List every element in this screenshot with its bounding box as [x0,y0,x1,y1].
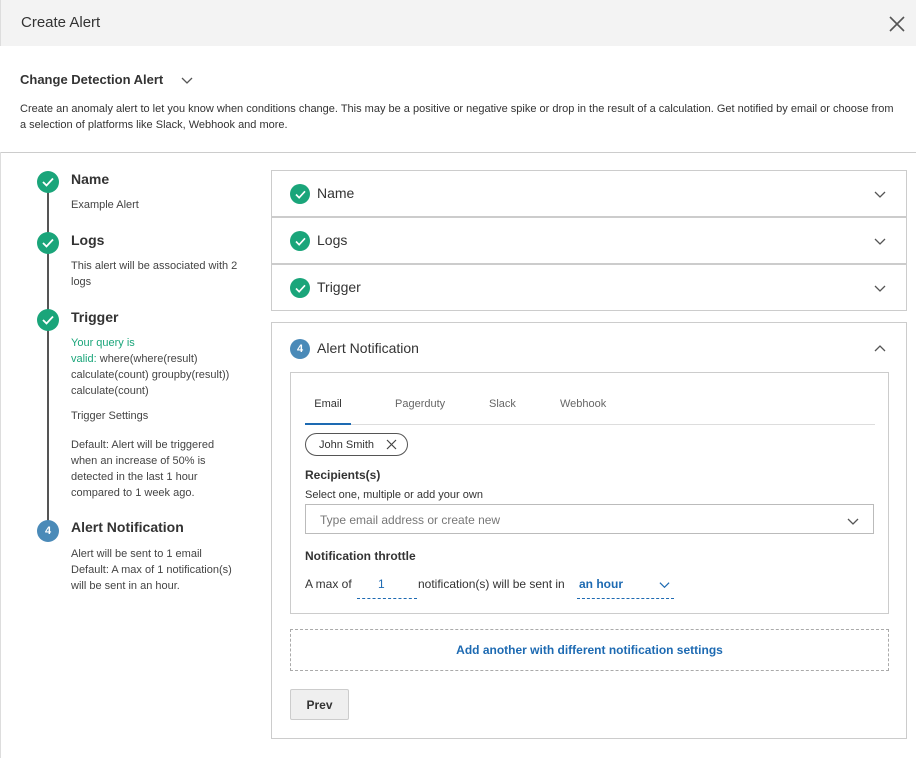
tab-slack[interactable]: Slack [489,398,516,425]
query-valid-prefix: Your query is [71,337,135,349]
accordion-label: Name [317,185,355,201]
accordion-logs[interactable]: Logs [271,217,907,264]
add-another-button[interactable]: Add another with different notification … [290,629,889,671]
step-notification-default: Default: A max of 1 notification(s) will… [71,564,232,592]
close-icon[interactable] [888,15,906,33]
close-icon[interactable] [386,439,397,450]
recipients-hint: Select one, multiple or add your own [305,489,483,501]
chevron-down-icon [874,238,886,245]
step-name-title: Name [71,171,110,187]
chevron-down-icon [659,582,670,589]
step-complete-icon [37,309,59,331]
alert-type-label: Change Detection Alert [20,72,164,87]
alert-notification-panel: 4 Alert Notification Email Pagerduty Sla… [271,322,907,739]
recipient-chip-label: John Smith [319,438,375,451]
alert-type-description: Create an anomaly alert to let you know … [20,103,894,131]
accordion-label: Logs [317,232,348,248]
notification-settings-box: Email Pagerduty Slack Webhook John Smith… [290,372,889,614]
email-input[interactable]: Type email address or create new [305,504,874,534]
dialog-header: Create Alert [0,0,916,46]
prev-button[interactable]: Prev [290,689,349,720]
panel-title: Alert Notification [317,340,419,356]
channel-tabs: Email Pagerduty Slack Webhook [305,395,875,425]
accordion-label: Trigger [317,279,361,295]
chevron-down-icon [181,77,193,84]
throttle-period-select[interactable]: an hour [577,571,674,599]
tab-pagerduty[interactable]: Pagerduty [395,398,445,425]
check-icon [290,278,310,298]
chevron-down-icon [874,285,886,292]
step-complete-icon [37,171,59,193]
recipient-chip: John Smith [305,433,409,456]
accordion-name[interactable]: Name [271,170,907,217]
recipients-label: Recipients(s) [305,468,381,482]
check-icon [290,231,310,251]
divider [0,152,916,153]
step-trigger-query: Your query is valid: where(where(result)… [71,335,241,399]
left-border [0,152,1,758]
query-valid-label: valid: [71,353,97,365]
step-complete-icon [37,232,59,254]
step-notification-summary: Alert will be sent to 1 email [71,548,202,560]
step-trigger-title: Trigger [71,309,119,325]
chevron-down-icon[interactable] [847,515,859,527]
step-logs-title: Logs [71,232,105,248]
alert-type-dropdown[interactable]: Change Detection Alert [20,72,193,87]
tab-webhook[interactable]: Webhook [560,398,606,425]
throttle-count-input[interactable]: 1 [357,571,417,599]
throttle-prefix: A max of [305,577,352,591]
step-name-summary: Example Alert [71,199,139,211]
throttle-label: Notification throttle [305,549,416,563]
tab-email[interactable]: Email [305,398,351,425]
accordion-trigger[interactable]: Trigger [271,264,907,311]
step-logs-summary: This alert will be associated with 2 log… [71,260,238,288]
dialog-title: Create Alert [21,14,101,31]
throttle-middle-text: notification(s) will be sent in [418,577,565,591]
step-notification-title: Alert Notification [71,519,184,535]
step-number-badge: 4 [290,339,310,359]
trigger-settings-summary: Default: Alert will be triggered when an… [71,439,215,499]
chevron-down-icon [874,191,886,198]
throttle-period-value: an hour [579,577,623,591]
step-number-badge: 4 [37,520,59,542]
email-placeholder: Type email address or create new [320,513,501,527]
chevron-up-icon[interactable] [874,343,886,355]
trigger-settings-label: Trigger Settings [71,410,149,422]
check-icon [290,184,310,204]
